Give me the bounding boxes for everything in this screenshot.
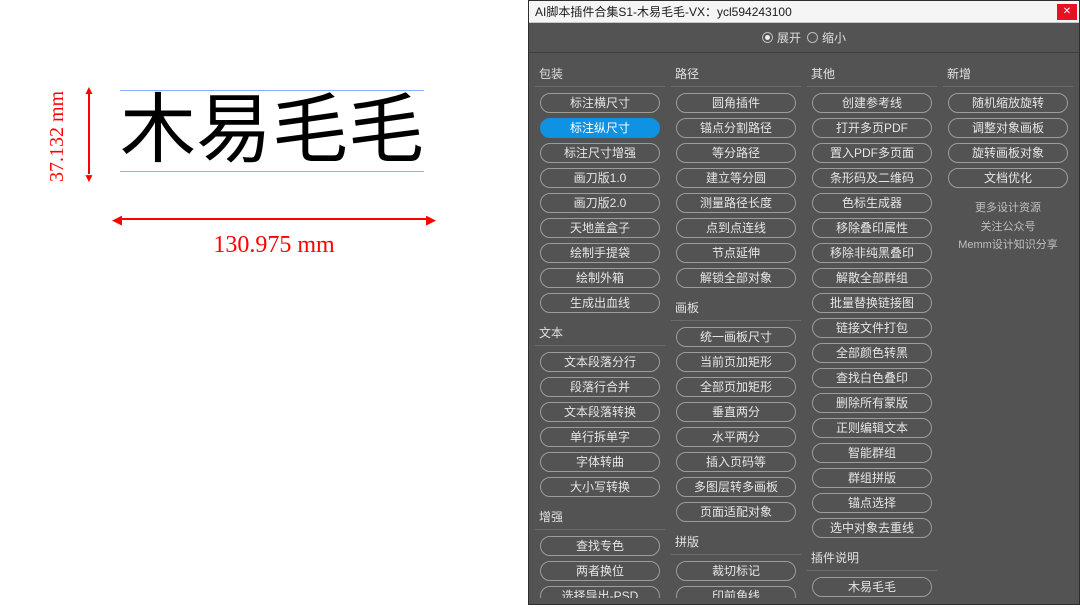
plugin-button[interactable]: 字体转曲 bbox=[540, 452, 660, 472]
plugin-button[interactable]: 旋转画板对象 bbox=[948, 143, 1068, 163]
plugin-button[interactable]: 条形码及二维码 bbox=[812, 168, 932, 188]
canvas-area: 木易毛毛 ▲ ▼ 37.132 mm ◀ ▶ 130.975 mm bbox=[0, 0, 540, 609]
vertical-dimension-line bbox=[88, 92, 90, 174]
plugin-button[interactable]: 智能群组 bbox=[812, 443, 932, 463]
plugin-button[interactable]: 色标生成器 bbox=[812, 193, 932, 213]
group-title: 新增 bbox=[943, 59, 1073, 87]
viewmode-shrink-label: 缩小 bbox=[822, 29, 846, 46]
plugin-button[interactable]: 解锁全部对象 bbox=[676, 268, 796, 288]
plugin-button[interactable]: 当前页加矩形 bbox=[676, 352, 796, 372]
group-title: 增强 bbox=[535, 502, 665, 530]
plugin-button[interactable]: 文本段落分行 bbox=[540, 352, 660, 372]
group-title: 路径 bbox=[671, 59, 801, 87]
radio-on-icon bbox=[762, 32, 773, 43]
group-title: 插件说明 bbox=[807, 543, 937, 571]
plugin-button[interactable]: 置入PDF多页面 bbox=[812, 143, 932, 163]
plugin-button[interactable]: 查找白色叠印 bbox=[812, 368, 932, 388]
close-button[interactable]: ✕ bbox=[1057, 4, 1077, 20]
plugin-button[interactable]: 绘制外箱 bbox=[540, 268, 660, 288]
arrowhead-left-icon: ◀ bbox=[112, 212, 122, 228]
plugin-button[interactable]: 建立等分圆 bbox=[676, 168, 796, 188]
group-title: 文本 bbox=[535, 318, 665, 346]
plugin-button[interactable]: 统一画板尺寸 bbox=[676, 327, 796, 347]
info-block: 更多设计资源关注公众号Memm设计知识分享 bbox=[943, 193, 1073, 261]
panel-title: AI脚本插件合集S1-木易毛毛-VX：ycl594243100 bbox=[529, 3, 1057, 20]
plugin-button[interactable]: 选择导出-PSD bbox=[540, 586, 660, 598]
plugin-button[interactable]: 两者换位 bbox=[540, 561, 660, 581]
info-line: 关注公众号 bbox=[945, 218, 1071, 237]
plugin-button[interactable]: 多图层转多画板 bbox=[676, 477, 796, 497]
plugin-button[interactable]: 天地盖盒子 bbox=[540, 218, 660, 238]
plugin-button[interactable]: 查找专色 bbox=[540, 536, 660, 556]
plugin-button[interactable]: 等分路径 bbox=[676, 143, 796, 163]
plugin-button[interactable]: 裁切标记 bbox=[676, 561, 796, 581]
plugin-button[interactable]: 标注尺寸增强 bbox=[540, 143, 660, 163]
plugin-button[interactable]: 大小写转换 bbox=[540, 477, 660, 497]
arrowhead-right-icon: ▶ bbox=[426, 212, 436, 228]
plugin-button[interactable]: 选中对象去重线 bbox=[812, 518, 932, 538]
plugin-button[interactable]: 测量路径长度 bbox=[676, 193, 796, 213]
panel-columns: 包装标注横尺寸标注纵尺寸标注尺寸增强画刀版1.0 画刀版2.0 天地盖盒子绘制手提袋… bbox=[529, 53, 1079, 604]
plugin-button[interactable]: 标注横尺寸 bbox=[540, 93, 660, 113]
plugin-button[interactable]: 调整对象画板 bbox=[948, 118, 1068, 138]
plugin-button[interactable]: 页面适配对象 bbox=[676, 502, 796, 522]
titlebar: AI脚本插件合集S1-木易毛毛-VX：ycl594243100 ✕ bbox=[529, 1, 1079, 23]
close-icon: ✕ bbox=[1063, 6, 1071, 17]
viewmode-shrink[interactable]: 缩小 bbox=[807, 29, 846, 46]
plugin-button[interactable]: 圆角插件 bbox=[676, 93, 796, 113]
viewmode-expand-label: 展开 bbox=[777, 29, 801, 46]
panel-column: 包装标注横尺寸标注纵尺寸标注尺寸增强画刀版1.0 画刀版2.0 天地盖盒子绘制手提袋… bbox=[535, 59, 667, 598]
plugin-button[interactable]: 锚点选择 bbox=[812, 493, 932, 513]
group-title: 画板 bbox=[671, 293, 801, 321]
plugin-button[interactable]: 文档优化 bbox=[948, 168, 1068, 188]
plugin-button[interactable]: 群组拼版 bbox=[812, 468, 932, 488]
vertical-dimension-label: 37.132 mm bbox=[46, 91, 69, 182]
plugin-panel: AI脚本插件合集S1-木易毛毛-VX：ycl594243100 ✕ 展开 缩小 … bbox=[528, 0, 1080, 605]
plugin-button[interactable]: 生成出血线 bbox=[540, 293, 660, 313]
panel-column: 其他创建参考线打开多页PDF 置入PDF多页面条形码及二维码色标生成器移除叠印属性… bbox=[807, 59, 939, 598]
plugin-button[interactable]: 链接文件打包 bbox=[812, 318, 932, 338]
group-title: 拼版 bbox=[671, 527, 801, 555]
plugin-button[interactable]: 随机缩放旋转 bbox=[948, 93, 1068, 113]
panel-column: 新增随机缩放旋转调整对象画板旋转画板对象文档优化更多设计资源关注公众号Memm设… bbox=[943, 59, 1075, 598]
group-title: 其他 bbox=[807, 59, 937, 87]
viewmode-expand[interactable]: 展开 bbox=[762, 29, 801, 46]
plugin-button[interactable]: 段落行合并 bbox=[540, 377, 660, 397]
plugin-button[interactable]: 全部颜色转黑 bbox=[812, 343, 932, 363]
plugin-button[interactable]: 移除叠印属性 bbox=[812, 218, 932, 238]
plugin-button[interactable]: 点到点连线 bbox=[676, 218, 796, 238]
plugin-button[interactable]: 绘制手提袋 bbox=[540, 243, 660, 263]
plugin-button[interactable]: 创建参考线 bbox=[812, 93, 932, 113]
panel-column: 路径圆角插件锚点分割路径等分路径建立等分圆测量路径长度点到点连线节点延伸解锁全部… bbox=[671, 59, 803, 598]
plugin-button[interactable]: 画刀版1.0 bbox=[540, 168, 660, 188]
plugin-button[interactable]: 水平两分 bbox=[676, 427, 796, 447]
view-mode-switch: 展开 缩小 bbox=[529, 23, 1079, 53]
horizontal-dimension-label: 130.975 mm bbox=[120, 232, 428, 259]
plugin-button[interactable]: 木易毛毛 bbox=[812, 577, 932, 597]
artwork-text[interactable]: 木易毛毛 bbox=[120, 90, 424, 172]
plugin-button[interactable]: 全部页加矩形 bbox=[676, 377, 796, 397]
plugin-button[interactable]: 批量替换链接图 bbox=[812, 293, 932, 313]
info-line: Memm设计知识分享 bbox=[945, 236, 1071, 255]
radio-off-icon bbox=[807, 32, 818, 43]
plugin-button[interactable]: 锚点分割路径 bbox=[676, 118, 796, 138]
info-line: 更多设计资源 bbox=[945, 199, 1071, 218]
horizontal-dimension-line bbox=[120, 218, 428, 220]
plugin-button[interactable]: 印前角线 bbox=[676, 586, 796, 598]
plugin-button[interactable]: 解散全部群组 bbox=[812, 268, 932, 288]
plugin-button[interactable]: 插入页码等 bbox=[676, 452, 796, 472]
plugin-button[interactable]: 正则编辑文本 bbox=[812, 418, 932, 438]
plugin-button[interactable]: 节点延伸 bbox=[676, 243, 796, 263]
plugin-button[interactable]: 垂直两分 bbox=[676, 402, 796, 422]
group-title: 包装 bbox=[535, 59, 665, 87]
plugin-button[interactable]: 画刀版2.0 bbox=[540, 193, 660, 213]
plugin-button[interactable]: 打开多页PDF bbox=[812, 118, 932, 138]
plugin-button[interactable]: 单行拆单字 bbox=[540, 427, 660, 447]
arrowhead-down-icon: ▼ bbox=[83, 171, 95, 185]
plugin-button[interactable]: 标注纵尺寸 bbox=[540, 118, 660, 138]
plugin-button[interactable]: 文本段落转换 bbox=[540, 402, 660, 422]
plugin-button[interactable]: 移除非纯黑叠印 bbox=[812, 243, 932, 263]
plugin-button[interactable]: 删除所有蒙版 bbox=[812, 393, 932, 413]
